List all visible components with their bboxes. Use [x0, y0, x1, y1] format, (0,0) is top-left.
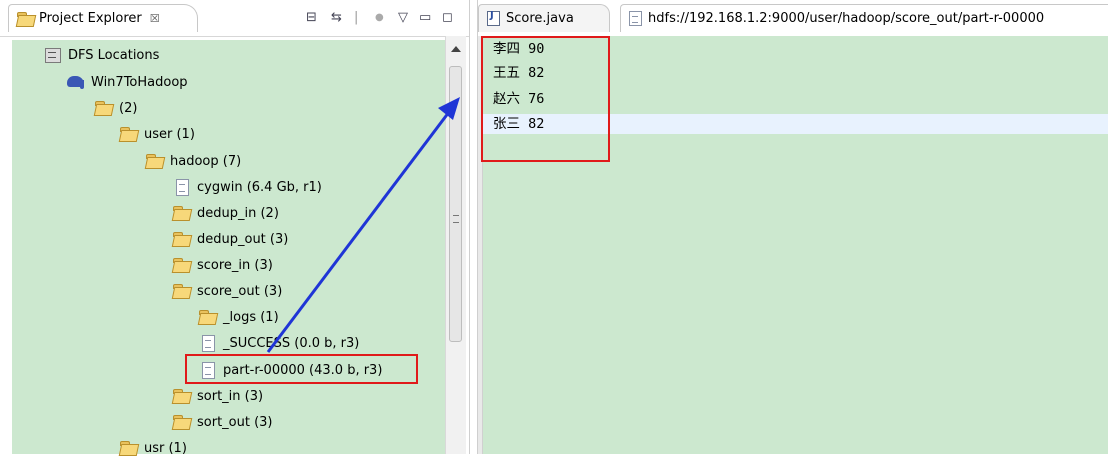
tree-item-label: hadoop (7)	[170, 153, 242, 169]
tree-item-usr[interactable]: usr (1)	[120, 437, 187, 459]
folder-icon	[120, 127, 138, 141]
folder-icon	[173, 206, 191, 220]
tree-item-dfs-locations[interactable]: DFS Locations	[44, 44, 159, 66]
tree-item-label: _logs (1)	[223, 309, 279, 325]
pane-splitter[interactable]	[469, 0, 478, 454]
disabled-toolbar-icon: ●	[375, 12, 384, 23]
tab-label: hdfs://192.168.1.2:9000/user/hadoop/scor…	[648, 11, 1045, 26]
tree-item-dedup-out[interactable]: dedup_out (3)	[173, 228, 288, 250]
file-icon	[199, 335, 217, 352]
annotation-content-box	[481, 36, 610, 162]
project-explorer-tab[interactable]: Project Explorer ☒	[8, 4, 198, 32]
folder-icon	[120, 441, 138, 455]
scroll-up-arrow-icon[interactable]	[451, 46, 461, 52]
scrollbar-thumb[interactable]	[449, 66, 462, 342]
tree-item-logs[interactable]: _logs (1)	[199, 306, 279, 328]
tree-item-sort-in[interactable]: sort_in (3)	[173, 385, 263, 407]
tree-item-label: sort_in (3)	[197, 388, 264, 404]
collapse-all-icon[interactable]: ⊟	[306, 11, 317, 24]
tree-item-label: Win7ToHadoop	[91, 74, 188, 90]
view-menu-icon[interactable]: ▽	[398, 11, 408, 24]
annotation-highlight-box	[185, 354, 418, 384]
tree-item-label: usr (1)	[144, 440, 187, 456]
tree-item-label: dedup_out (3)	[197, 231, 289, 247]
tree-item-label: _SUCCESS (0.0 b, r3)	[223, 335, 360, 351]
tree-item-label: DFS Locations	[68, 47, 160, 63]
folder-icon	[199, 310, 217, 324]
project-explorer-tabbar: Project Explorer ☒ ⊟ ⇆ | ● ▽ ▭ ◻	[0, 0, 469, 37]
tab-label: Score.java	[506, 11, 574, 26]
tab-hdfs-part-r-00000[interactable]: hdfs://192.168.1.2:9000/user/hadoop/scor…	[620, 4, 1108, 32]
folder-icon	[173, 415, 191, 429]
java-file-icon	[487, 10, 500, 26]
link-with-editor-icon[interactable]: ⇆	[331, 11, 342, 24]
tree-item-label: sort_out (3)	[197, 414, 273, 430]
tree-item-label: score_in (3)	[197, 257, 273, 273]
tree-item-root-folder[interactable]: (2)	[95, 97, 137, 119]
tree-item-label: (2)	[119, 100, 138, 116]
tree-item-score-out[interactable]: score_out (3)	[173, 280, 282, 302]
dfs-location-icon	[44, 48, 62, 63]
grip-icon	[453, 215, 459, 223]
minimize-view-icon[interactable]: ▭	[419, 11, 431, 24]
tree-item-label: score_out (3)	[197, 283, 283, 299]
tree-item-user[interactable]: user (1)	[120, 123, 195, 145]
folder-icon	[173, 284, 191, 298]
tree-item-success[interactable]: _SUCCESS (0.0 b, r3)	[199, 332, 359, 354]
folder-icon	[173, 258, 191, 272]
project-explorer-icon	[17, 12, 33, 25]
tree-item-win7tohadoop[interactable]: Win7ToHadoop	[67, 71, 188, 93]
tree-item-sort-out[interactable]: sort_out (3)	[173, 411, 273, 433]
project-explorer-title: Project Explorer	[39, 11, 142, 26]
tree-item-label: user (1)	[144, 126, 195, 142]
folder-icon	[95, 101, 113, 115]
maximize-view-icon[interactable]: ◻	[442, 11, 453, 24]
project-explorer-pane: Project Explorer ☒ ⊟ ⇆ | ● ▽ ▭ ◻ DFS Loc…	[0, 0, 469, 456]
tree-item-score-in[interactable]: score_in (3)	[173, 254, 273, 276]
tree-item-hadoop[interactable]: hadoop (7)	[146, 150, 241, 172]
tree-item-cygwin[interactable]: cygwin (6.4 Gb, r1)	[173, 176, 322, 198]
tree-item-label: cygwin (6.4 Gb, r1)	[197, 179, 322, 195]
toolbar-separator: |	[354, 10, 359, 25]
folder-icon	[173, 389, 191, 403]
tab-score-java[interactable]: Score.java	[478, 4, 610, 32]
dfs-tree: DFS Locations Win7ToHadoop (2) user (1) …	[12, 40, 445, 456]
text-file-icon	[629, 11, 642, 26]
file-icon	[173, 179, 191, 196]
editor-tabbar: Score.java hdfs://192.168.1.2:9000/user/…	[478, 0, 1108, 37]
tree-item-label: dedup_in (2)	[197, 205, 279, 221]
tree-scrollbar[interactable]	[445, 36, 466, 454]
folder-icon	[146, 154, 164, 168]
close-tab-icon[interactable]: ☒	[150, 12, 160, 25]
folder-icon	[173, 232, 191, 246]
tree-item-dedup-in[interactable]: dedup_in (2)	[173, 202, 279, 224]
editor-pane: Score.java hdfs://192.168.1.2:9000/user/…	[478, 0, 1108, 454]
text-editor[interactable]: 李四 90 王五 82 赵六 76 张三 82	[478, 36, 1108, 454]
hadoop-elephant-icon	[67, 75, 85, 89]
